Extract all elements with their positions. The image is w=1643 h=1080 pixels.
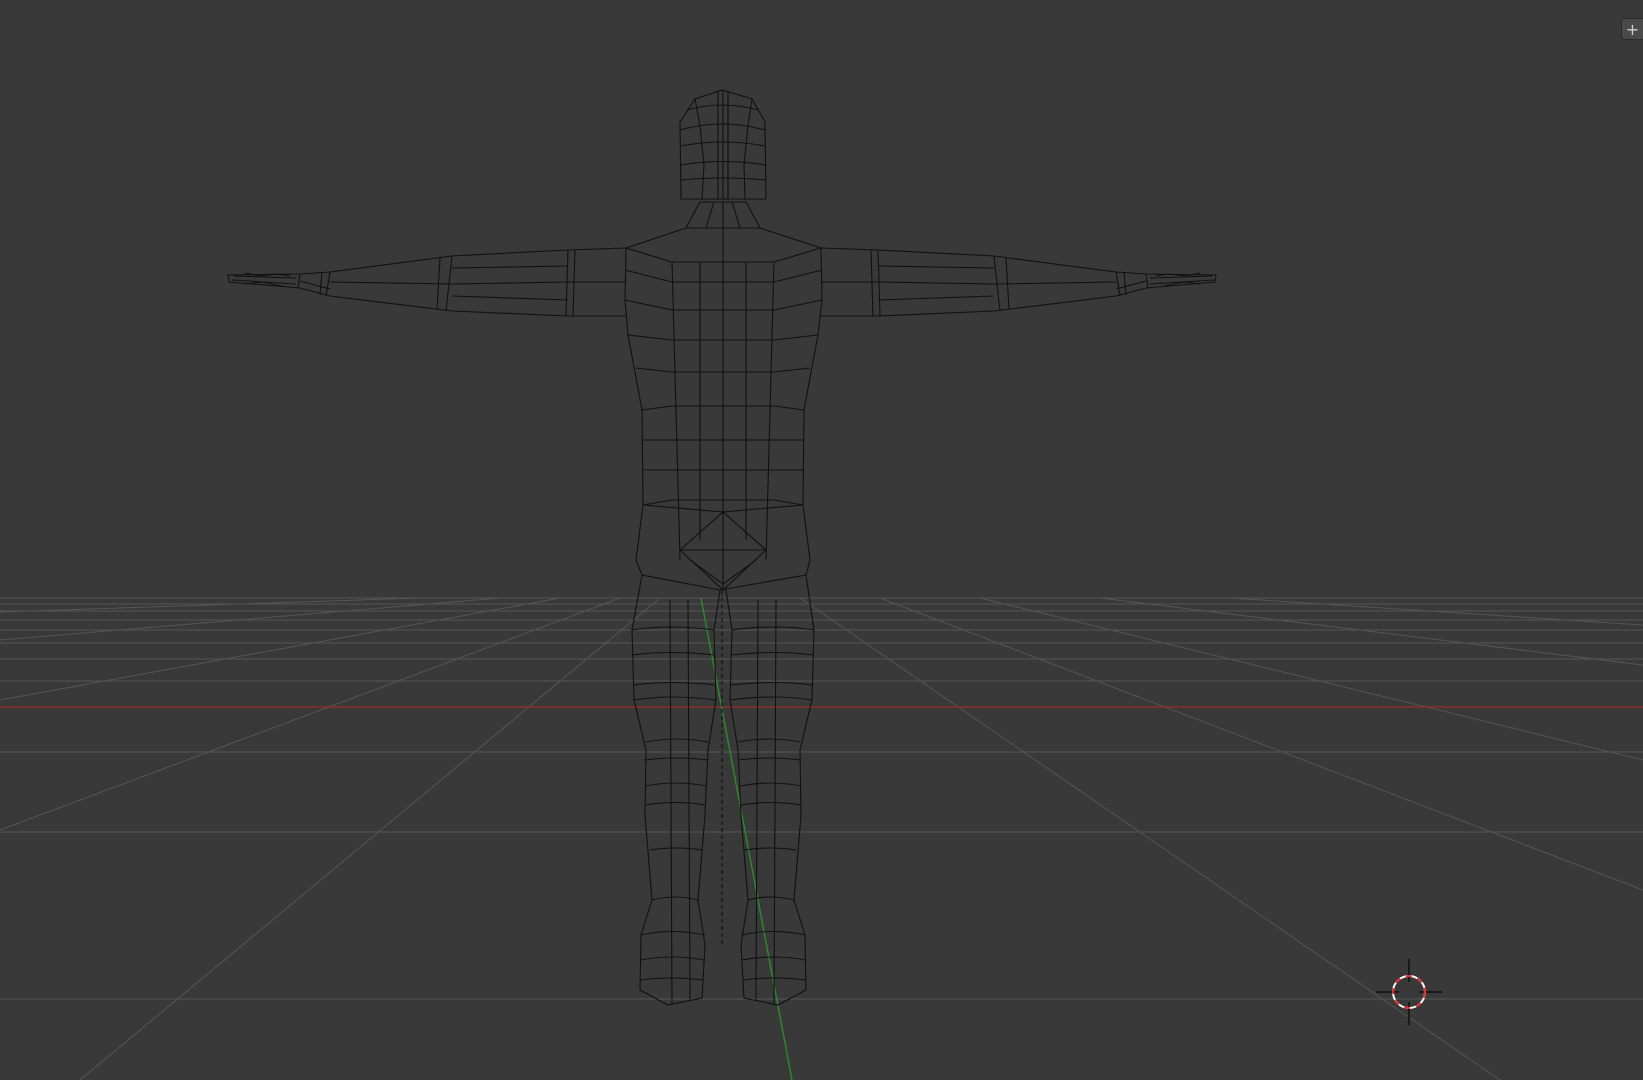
- 3d-cursor-icon[interactable]: [1376, 959, 1442, 1025]
- grid-line: [979, 597, 1643, 761]
- grid-line: [0, 597, 621, 831]
- mesh-leg-left: [631, 574, 721, 1006]
- grid-line: [1099, 597, 1643, 666]
- floor-grid: [0, 597, 1643, 1080]
- plus-icon: +: [1625, 20, 1640, 39]
- humanoid-mesh[interactable]: [227, 89, 1217, 1006]
- viewport-corner-plus-button[interactable]: +: [1621, 18, 1643, 40]
- mesh-neck: [685, 201, 761, 229]
- grid-line: [799, 597, 1501, 1080]
- grid-line: [0, 597, 561, 701]
- mesh-head: [679, 89, 767, 200]
- 3d-viewport[interactable]: +: [0, 0, 1643, 1080]
- mesh-arm-left: [227, 247, 627, 317]
- mesh-leg-right: [725, 574, 815, 1006]
- mesh-torso: [624, 227, 823, 591]
- grid-line: [879, 597, 1643, 891]
- mesh-arm-right: [820, 247, 1217, 317]
- grid-line: [79, 597, 661, 1080]
- viewport-scene[interactable]: [0, 0, 1643, 1080]
